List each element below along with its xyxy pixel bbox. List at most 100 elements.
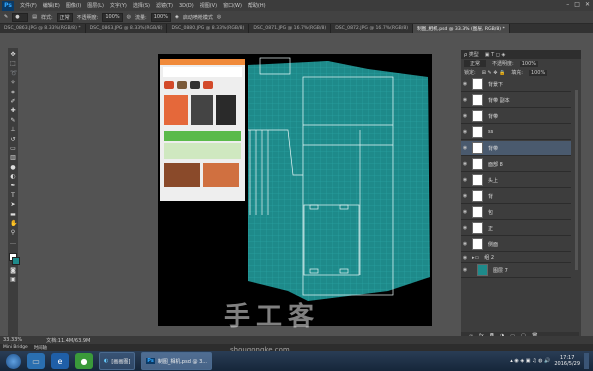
eyedropper-tool-icon[interactable]: ✐ bbox=[10, 98, 16, 105]
screen-mode-icon[interactable]: ▣ bbox=[10, 276, 16, 283]
move-tool-icon[interactable]: ✥ bbox=[10, 52, 16, 58]
visibility-eye-icon[interactable]: ◉ bbox=[461, 145, 469, 151]
layer-row[interactable]: ◉ 正 bbox=[461, 221, 571, 236]
color-swatches[interactable] bbox=[8, 253, 20, 266]
pen-tool-icon[interactable]: ✒ bbox=[10, 183, 16, 189]
layer-row[interactable]: ◉ 背带 副本 bbox=[461, 93, 571, 108]
visibility-eye-icon[interactable]: ◉ bbox=[461, 255, 469, 261]
layer-row[interactable]: ◉ 侧面 bbox=[461, 237, 571, 252]
gradient-tool-icon[interactable]: ▥ bbox=[10, 155, 16, 161]
tab-doc-5[interactable]: DSC_0872.JPG @ 16.7%(RGB/8) bbox=[331, 24, 414, 33]
layer-row[interactable]: ◉ 图层 7 bbox=[461, 263, 571, 278]
marquee-tool-icon[interactable]: ⬚ bbox=[10, 61, 16, 67]
brush-tool-icon[interactable]: ✎ bbox=[10, 117, 16, 124]
tab-mini-bridge[interactable]: Mini Bridge bbox=[3, 345, 28, 350]
tab-doc-2[interactable]: DSC_0863.JPG @ 8.33%(RGB/8) bbox=[86, 24, 168, 33]
explorer-icon[interactable]: ▭ bbox=[27, 353, 45, 369]
brush-panel-icon[interactable]: ▤ bbox=[32, 14, 37, 20]
layer-row[interactable]: ◉ 背带 bbox=[461, 109, 571, 124]
watermark-logo: 手工客 bbox=[224, 302, 321, 332]
taskbar-app-photoshop[interactable]: Ps 制图_相机.psd @ 3... bbox=[141, 352, 213, 370]
visibility-eye-icon[interactable]: ◉ bbox=[461, 241, 469, 247]
layer-row[interactable]: ◉ 包 bbox=[461, 205, 571, 220]
lock-icons[interactable]: ⊞ ✎ ✥ 🔒 bbox=[482, 70, 506, 76]
visibility-eye-icon[interactable]: ◉ bbox=[461, 209, 469, 215]
layer-row-selected[interactable]: ◉ 背带 bbox=[461, 141, 571, 156]
clock[interactable]: 17:17 2016/5/29 bbox=[554, 355, 580, 367]
stamp-tool-icon[interactable]: ⊥ bbox=[10, 127, 16, 133]
layer-filter-select[interactable]: ρ 类型 bbox=[464, 51, 479, 58]
crop-tool-icon[interactable]: ⌗ bbox=[10, 89, 16, 96]
minimize-icon[interactable]: – bbox=[566, 1, 569, 8]
menu-image[interactable]: 图像(I) bbox=[66, 2, 81, 9]
visibility-eye-icon[interactable]: ◉ bbox=[461, 81, 469, 87]
shape-tool-icon[interactable]: ▬ bbox=[10, 211, 16, 218]
visibility-eye-icon[interactable]: ◉ bbox=[461, 177, 469, 183]
layers-scrollbar[interactable] bbox=[575, 90, 578, 270]
ie-icon[interactable]: e bbox=[51, 353, 69, 369]
eraser-tool-icon[interactable]: ▭ bbox=[10, 145, 16, 152]
visibility-eye-icon[interactable]: ◉ bbox=[461, 113, 469, 119]
menu-help[interactable]: 帮助(H) bbox=[248, 2, 266, 9]
layer-opacity-input[interactable]: 100% bbox=[519, 60, 538, 67]
taskbar-app-1[interactable]: ◐ [画画图] bbox=[99, 352, 136, 370]
brush-tool-icon[interactable]: ✎ bbox=[4, 14, 8, 20]
airbrush-icon[interactable]: ◈ bbox=[175, 14, 179, 20]
tray-icons[interactable]: ▴ ◉ ◈ ▣ ♫ ◍ 🔊 bbox=[510, 358, 550, 364]
brush-preset-picker[interactable]: ● bbox=[12, 12, 29, 22]
pressure-opacity-icon[interactable]: ◎ bbox=[127, 14, 131, 20]
start-button-icon[interactable] bbox=[6, 353, 21, 369]
visibility-eye-icon[interactable]: ◉ bbox=[461, 97, 469, 103]
type-tool-icon[interactable]: T bbox=[10, 192, 16, 199]
lasso-tool-icon[interactable]: ➰ bbox=[10, 70, 17, 77]
visibility-eye-icon[interactable]: ◉ bbox=[461, 225, 469, 231]
layer-row[interactable]: ◉ 背景下 bbox=[461, 77, 571, 92]
opacity-input[interactable]: 100% bbox=[102, 12, 123, 22]
blur-tool-icon[interactable]: ● bbox=[10, 164, 16, 171]
quick-mask-icon[interactable]: ◙ bbox=[10, 267, 16, 274]
layer-row[interactable]: ◉ 面部 8 bbox=[461, 157, 571, 172]
flow-input[interactable]: 100% bbox=[150, 12, 171, 22]
visibility-eye-icon[interactable]: ◉ bbox=[461, 267, 469, 273]
document-size[interactable]: 文档:11.4M/63.9M bbox=[46, 337, 90, 344]
layer-row[interactable]: ◉ 头上 bbox=[461, 173, 571, 188]
style-select[interactable]: 正常 bbox=[56, 12, 73, 22]
menu-3d[interactable]: 3D(D) bbox=[179, 3, 194, 9]
blend-mode-select[interactable]: 正常 bbox=[464, 60, 487, 67]
tab-doc-active[interactable]: 制图_相机.psd @ 33.3% (图层, RGB/8) * bbox=[413, 24, 510, 33]
quick-select-tool-icon[interactable]: ✧ bbox=[10, 80, 16, 86]
menu-view[interactable]: 视图(V) bbox=[200, 2, 217, 9]
layer-fill-input[interactable]: 100% bbox=[528, 69, 548, 76]
filter-icons[interactable]: ▣ T ◻ ◈ bbox=[485, 52, 506, 58]
tab-doc-4[interactable]: DSC_0871.JPG @ 16.7%(RGB/8) bbox=[249, 24, 332, 33]
path-select-tool-icon[interactable]: ➤ bbox=[10, 202, 16, 208]
tab-doc-1[interactable]: DSC_0863.JPG @ 8.33%(RGB/8) * bbox=[0, 24, 86, 33]
menu-filter[interactable]: 滤镜(T) bbox=[156, 2, 173, 9]
visibility-eye-icon[interactable]: ◉ bbox=[461, 161, 469, 167]
menu-type[interactable]: 文字(Y) bbox=[110, 2, 127, 9]
menu-edit[interactable]: 编辑(E) bbox=[43, 2, 60, 9]
layer-row[interactable]: ◉ ss bbox=[461, 125, 571, 140]
history-brush-icon[interactable]: ↺ bbox=[10, 136, 16, 143]
hand-tool-icon[interactable]: ✋ bbox=[10, 221, 17, 227]
maximize-icon[interactable]: □ bbox=[574, 1, 580, 8]
healing-tool-icon[interactable]: ✚ bbox=[10, 108, 16, 114]
visibility-eye-icon[interactable]: ◉ bbox=[461, 193, 469, 199]
visibility-eye-icon[interactable]: ◉ bbox=[461, 129, 469, 135]
more-tools-icon[interactable]: … bbox=[10, 239, 16, 246]
browser-icon[interactable]: ● bbox=[75, 353, 93, 369]
menu-layer[interactable]: 图层(L) bbox=[87, 2, 104, 9]
dodge-tool-icon[interactable]: ◐ bbox=[10, 174, 16, 180]
tab-doc-3[interactable]: DSC_0880.JPG @ 8.33%(RGB/8) bbox=[167, 24, 250, 33]
menu-select[interactable]: 选择(S) bbox=[133, 2, 150, 9]
menu-window[interactable]: 窗口(W) bbox=[223, 2, 242, 9]
layer-group-row[interactable]: ◉ ▸▭ 组 2 bbox=[461, 253, 571, 263]
zoom-level[interactable]: 33.33% bbox=[3, 337, 22, 343]
tab-timeline[interactable]: 时间轴 bbox=[34, 345, 47, 351]
layer-row[interactable]: ◉ 背 bbox=[461, 189, 571, 204]
close-icon[interactable]: ✕ bbox=[585, 1, 590, 8]
zoom-tool-icon[interactable]: ⚲ bbox=[10, 230, 16, 236]
menu-file[interactable]: 文件(F) bbox=[20, 2, 37, 9]
pressure-size-icon[interactable]: ◎ bbox=[217, 14, 221, 20]
show-desktop-button[interactable] bbox=[584, 353, 589, 369]
